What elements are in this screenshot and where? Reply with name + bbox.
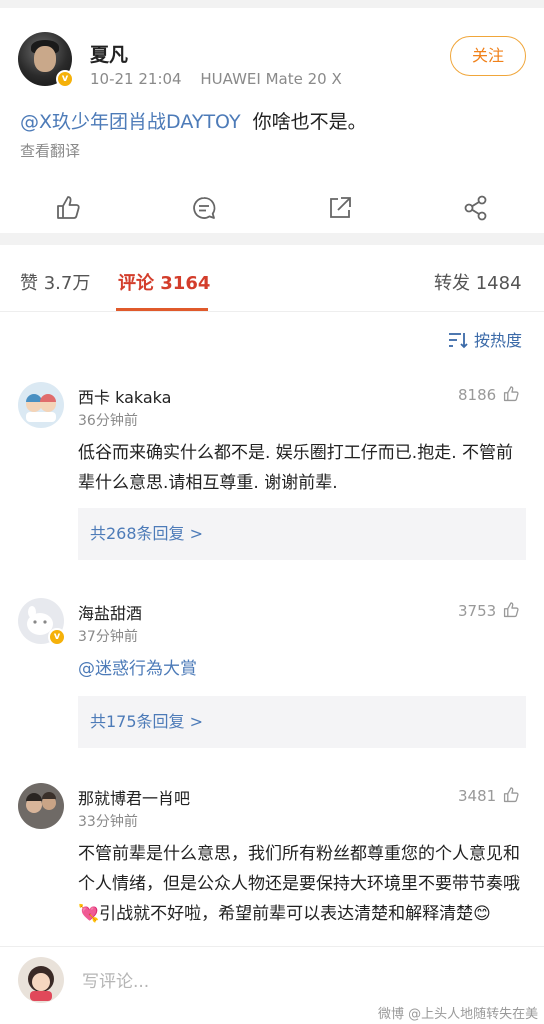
comment-time: 36分钟前 bbox=[78, 413, 138, 429]
network-share-icon[interactable] bbox=[462, 194, 490, 222]
comment-like-button[interactable]: 3753 bbox=[458, 601, 520, 620]
comment-time: 37分钟前 bbox=[78, 629, 138, 645]
comment-mention[interactable]: @迷惑行為大賞 bbox=[78, 659, 197, 679]
commenter-name[interactable]: 海盐甜酒 bbox=[78, 600, 142, 624]
thumbs-up-icon bbox=[504, 386, 519, 402]
tab-comments[interactable]: 评论 3164 bbox=[118, 269, 210, 295]
share-icon[interactable] bbox=[326, 194, 354, 222]
commenter-name[interactable]: 西卡 kakaka bbox=[78, 384, 171, 408]
sort-icon bbox=[449, 333, 468, 349]
tab-reposts[interactable]: 转发 1484 bbox=[434, 269, 522, 295]
comment-like-button[interactable]: 3481 bbox=[458, 786, 520, 805]
interaction-tabs: 赞 3.7万 评论 3164 转发 1484 bbox=[0, 245, 544, 312]
comment-compose-bar: 写评论... 微博 @上头人地随转失在美 bbox=[0, 946, 544, 1024]
comment-icon[interactable] bbox=[190, 194, 218, 222]
comment-like-count: 3753 bbox=[458, 602, 497, 620]
my-avatar bbox=[18, 957, 64, 1003]
sort-label: 按热度 bbox=[474, 331, 523, 350]
commenter-avatar[interactable] bbox=[18, 382, 64, 428]
active-tab-indicator bbox=[116, 308, 208, 311]
author-name[interactable]: 夏凡 bbox=[90, 40, 128, 67]
post-time: 10-21 21:04 bbox=[90, 70, 182, 88]
verified-badge-icon: v bbox=[48, 628, 66, 646]
sort-toggle[interactable]: 按热度 bbox=[448, 327, 522, 351]
author-avatar[interactable]: v bbox=[18, 32, 74, 88]
top-divider bbox=[0, 0, 544, 8]
verified-badge-icon: v bbox=[56, 70, 74, 88]
section-divider bbox=[0, 233, 544, 245]
replies-link[interactable]: 共268条回复 > bbox=[78, 508, 526, 560]
post-text: @X玖少年团肖战DAYTOY 你啥也不是。 bbox=[20, 107, 367, 134]
thumbs-up-icon bbox=[504, 602, 519, 618]
watermark: 微博 @上头人地随转失在美 bbox=[378, 1007, 539, 1022]
commenter-avatar[interactable] bbox=[18, 783, 64, 829]
post-mention[interactable]: @X玖少年团肖战DAYTOY bbox=[20, 111, 241, 133]
post-device: HUAWEI Mate 20 X bbox=[200, 70, 342, 88]
comment-input[interactable]: 写评论... bbox=[82, 967, 149, 992]
comment-like-count: 8186 bbox=[458, 386, 497, 404]
translate-link[interactable]: 查看翻译 bbox=[20, 140, 80, 161]
thumbs-up-icon bbox=[504, 787, 519, 803]
comment-text: @迷惑行為大賞 bbox=[78, 654, 528, 684]
comment-text: 低谷而来确实什么都不是. 娱乐圈打工仔而已.抱走. 不管前辈什么意思.请相互尊重… bbox=[78, 443, 514, 493]
follow-button[interactable]: 关注 bbox=[450, 36, 526, 76]
tab-likes[interactable]: 赞 3.7万 bbox=[20, 269, 90, 295]
post-actions bbox=[0, 186, 544, 232]
comment-time: 33分钟前 bbox=[78, 814, 138, 830]
commenter-name[interactable]: 那就博君一肖吧 bbox=[78, 785, 190, 809]
comment-like-button[interactable]: 8186 bbox=[458, 385, 520, 404]
post-meta: 10-21 21:04 HUAWEI Mate 20 X bbox=[90, 70, 342, 88]
comment-text: 不管前辈是什么意思，我们所有粉丝都尊重您的个人意见和个人情绪，但是公众人物还是要… bbox=[78, 844, 520, 924]
thumbs-up-icon[interactable] bbox=[54, 194, 82, 222]
post-body: 你啥也不是。 bbox=[252, 111, 367, 133]
replies-link[interactable]: 共175条回复 > bbox=[78, 696, 526, 748]
comment-like-count: 3481 bbox=[458, 787, 497, 805]
